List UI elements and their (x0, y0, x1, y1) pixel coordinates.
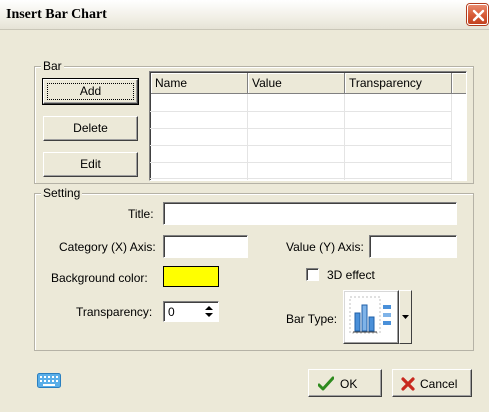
delete-button[interactable]: Delete (43, 116, 138, 141)
grid-line (150, 111, 451, 112)
add-button-label: Add (79, 84, 102, 98)
bar-group-label: Bar (41, 59, 64, 73)
edit-button[interactable]: Edit (43, 152, 138, 177)
transparency-spinner[interactable]: 0 (163, 301, 219, 322)
bar-list-header: Name Value Transparency (151, 73, 466, 94)
grid-line (451, 94, 452, 180)
bar-type-dropdown[interactable] (399, 290, 412, 344)
bar-type-button[interactable] (343, 290, 399, 344)
category-axis-input[interactable] (163, 235, 248, 258)
grid-line (150, 128, 451, 129)
keyboard-icon[interactable] (37, 373, 61, 388)
add-button[interactable]: Add (42, 78, 139, 105)
background-color-label: Background color: (51, 271, 148, 285)
chevron-down-icon (402, 315, 409, 319)
setting-group-label: Setting (41, 186, 83, 200)
close-icon (472, 9, 485, 22)
ok-button[interactable]: OK (308, 369, 382, 397)
3d-effect-checkbox[interactable] (306, 268, 319, 281)
3d-effect-label: 3D effect (327, 268, 375, 282)
cancel-button[interactable]: Cancel (392, 369, 472, 397)
cancel-x-icon (401, 377, 415, 391)
value-axis-label: Value (Y) Axis: (286, 240, 364, 254)
title-input[interactable] (163, 202, 457, 225)
category-axis-label: Category (X) Axis: (59, 240, 156, 254)
close-button[interactable] (467, 4, 488, 25)
title-bar: Insert Bar Chart (0, 0, 489, 30)
value-axis-input[interactable] (369, 235, 457, 258)
column-header-transparency[interactable]: Transparency (345, 73, 452, 94)
checkmark-icon (318, 376, 334, 391)
column-header-name[interactable]: Name (151, 73, 248, 94)
dialog-title: Insert Bar Chart (6, 7, 107, 22)
transparency-value: 0 (168, 305, 175, 319)
grid-line (247, 94, 248, 180)
cancel-button-label: Cancel (420, 377, 458, 391)
delete-button-label: Delete (73, 121, 108, 135)
ok-button-label: OK (340, 377, 358, 391)
vertical-bar-chart-icon (349, 296, 391, 334)
grid-line (344, 94, 345, 180)
grid-line (150, 162, 451, 163)
transparency-label: Transparency: (76, 305, 153, 319)
column-header-value[interactable]: Value (248, 73, 345, 94)
bar-type-label: Bar Type: (286, 312, 338, 326)
column-header-spacer (452, 73, 466, 94)
edit-button-label: Edit (80, 157, 101, 171)
bar-list-table[interactable]: Name Value Transparency (149, 71, 467, 181)
grid-line (150, 178, 451, 179)
background-color-swatch[interactable] (163, 266, 219, 287)
grid-line (150, 145, 451, 146)
spinner-arrows-icon[interactable] (202, 304, 216, 319)
title-label: Title: (128, 207, 154, 221)
